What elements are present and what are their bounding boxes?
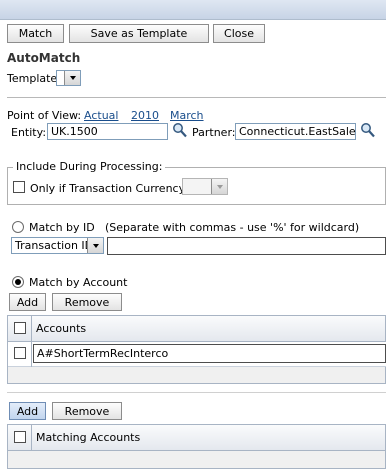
radio-selected-dot [15, 279, 21, 285]
currency-checkbox-label: Only if Transaction Currency = [30, 182, 198, 195]
grid-column-divider [31, 315, 32, 342]
partner-magnifier-icon[interactable] [360, 122, 376, 139]
currency-select-value [183, 179, 211, 194]
dropdown-arrow-icon[interactable] [87, 238, 103, 253]
pov-scenario-link[interactable]: Actual [84, 109, 118, 122]
save-as-template-button[interactable]: Save as Template [69, 24, 209, 43]
account-row-field[interactable]: A#ShortTermRecInterco [33, 344, 386, 363]
accounts-column-header: Accounts [36, 322, 87, 335]
matching-accounts-column-header: Matching Accounts [36, 431, 141, 444]
match-id-input[interactable] [107, 237, 386, 255]
match-field-select[interactable]: Transaction ID [11, 237, 104, 254]
template-label: Template: [7, 72, 61, 85]
matching-accounts-grid-body [7, 450, 386, 469]
match-button[interactable]: Match [7, 24, 64, 43]
separator [7, 392, 386, 393]
template-select-value [57, 71, 64, 85]
match-by-id-radio[interactable] [12, 221, 24, 233]
add-account-button[interactable]: Add [9, 293, 46, 311]
account-row-checkbox[interactable] [14, 347, 26, 359]
entity-label: Entity: [11, 126, 47, 139]
close-button[interactable]: Close [213, 24, 265, 43]
matching-accounts-select-all-checkbox[interactable] [14, 431, 26, 443]
grid-column-divider [31, 424, 32, 451]
entity-magnifier-icon[interactable] [172, 122, 188, 139]
accounts-select-all-checkbox[interactable] [14, 322, 26, 334]
separator [7, 97, 386, 98]
dropdown-arrow-icon[interactable] [211, 179, 227, 194]
include-legend: Include During Processing: [13, 160, 166, 173]
currency-checkbox[interactable] [13, 181, 25, 193]
pov-year-link[interactable]: 2010 [131, 109, 159, 122]
partner-label: Partner: [192, 126, 236, 139]
pov-period-link[interactable]: March [170, 109, 204, 122]
pov-label: Point of View: [7, 109, 82, 122]
page-title: AutoMatch [7, 51, 81, 65]
match-by-id-label: Match by ID [29, 221, 95, 234]
entity-field[interactable]: UK.1500 [47, 123, 168, 140]
match-by-account-radio[interactable] [12, 276, 24, 288]
match-by-id-hint: (Separate with commas - use '%' for wild… [105, 221, 360, 234]
add-matching-account-button[interactable]: Add [9, 402, 46, 420]
match-field-select-value: Transaction ID [15, 239, 87, 252]
currency-select[interactable] [182, 178, 228, 195]
template-select[interactable] [56, 70, 81, 86]
partner-field[interactable]: Connecticut.EastSales [235, 123, 356, 140]
remove-account-button[interactable]: Remove [52, 293, 122, 311]
match-by-account-label: Match by Account [29, 276, 128, 289]
grid-column-divider [31, 342, 32, 367]
remove-matching-account-button[interactable]: Remove [52, 402, 122, 420]
window-top-bar [0, 0, 386, 20]
dropdown-arrow-icon[interactable] [64, 71, 80, 85]
